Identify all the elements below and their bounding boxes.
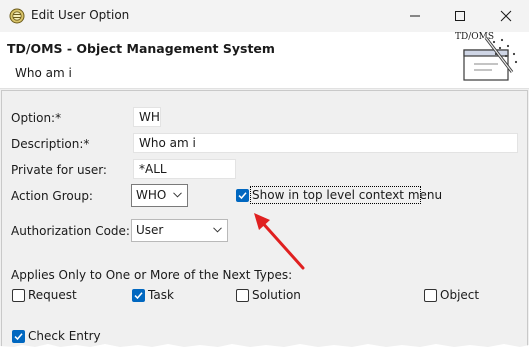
eclipse-icon [9, 8, 25, 24]
type-object-label[interactable]: Object [440, 288, 479, 302]
show-in-top-level-label[interactable]: Show in top level context menu [252, 188, 442, 202]
show-in-top-level-checkbox[interactable] [236, 189, 249, 202]
chevron-down-icon [173, 192, 182, 198]
banner-title: TD/OMS - Object Management System [7, 41, 275, 56]
option-field[interactable]: WH [133, 107, 161, 127]
private-for-user-field[interactable]: *ALL [133, 159, 236, 179]
type-solution-label[interactable]: Solution [252, 288, 301, 302]
td-oms-logo-icon [463, 37, 518, 81]
authorization-code-label: Authorization Code: [11, 224, 130, 238]
checkmark-icon [134, 292, 143, 300]
window-title: Edit User Option [31, 8, 130, 22]
minimize-icon [410, 15, 420, 17]
authorization-code-value: User [136, 223, 164, 237]
description-field[interactable]: Who am i [133, 133, 518, 153]
close-icon [500, 10, 512, 22]
maximize-button[interactable] [437, 0, 483, 32]
description-label: Description:* [11, 137, 90, 151]
authorization-code-combo[interactable]: User [131, 219, 228, 242]
private-for-user-label: Private for user: [11, 163, 107, 177]
type-task-label[interactable]: Task [148, 288, 174, 302]
type-solution-checkbox[interactable] [236, 289, 249, 302]
option-label: Option:* [11, 111, 62, 125]
action-group-combo[interactable]: WHO [131, 184, 188, 207]
checkmark-icon [238, 192, 247, 200]
dialog-banner: TD/OMS - Object Management System Who am… [0, 32, 529, 88]
action-group-value: WHO [136, 188, 167, 202]
action-group-label: Action Group: [11, 189, 93, 203]
annotation-arrow-icon [254, 213, 305, 270]
banner-subtitle: Who am i [15, 66, 72, 80]
torn-edge [0, 344, 529, 348]
title-bar: Edit User Option [0, 0, 529, 32]
edit-user-option-dialog: Edit User Option TD/OMS - Object Managem… [0, 0, 529, 348]
type-object-checkbox[interactable] [424, 289, 437, 302]
minimize-button[interactable] [392, 0, 438, 32]
maximize-icon [455, 11, 465, 21]
chevron-down-icon [213, 227, 222, 233]
close-button[interactable] [483, 0, 529, 32]
type-task-checkbox[interactable] [132, 289, 145, 302]
type-request-checkbox[interactable] [12, 289, 25, 302]
type-request-label[interactable]: Request [28, 288, 77, 302]
